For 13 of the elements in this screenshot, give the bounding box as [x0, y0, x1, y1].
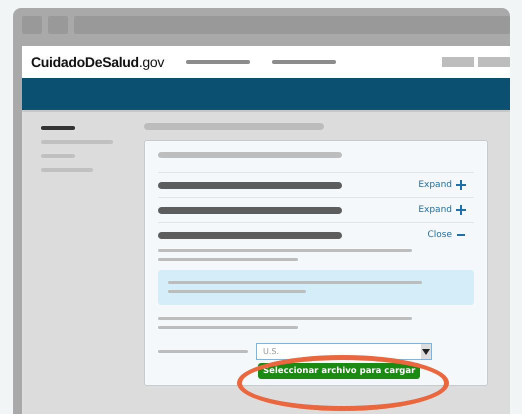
upload-button[interactable]: Seleccionar archivo para cargar	[258, 363, 420, 379]
accordion-toggle[interactable]: Close	[427, 230, 466, 240]
nav-link-placeholder	[186, 60, 250, 64]
header-button-placeholder	[442, 57, 474, 67]
header-button-placeholder	[478, 57, 510, 67]
caret-icon	[422, 348, 430, 354]
sidebar-heading-placeholder	[41, 126, 75, 130]
nav-link-placeholder	[272, 60, 336, 64]
accordion-toggle[interactable]: Expand	[418, 205, 466, 215]
accordion-toggle[interactable]: Expand	[418, 180, 466, 190]
site-logo[interactable]: CuidadoDeSalud.gov	[31, 54, 164, 70]
plus-icon	[456, 205, 466, 215]
plus-icon	[456, 180, 466, 190]
